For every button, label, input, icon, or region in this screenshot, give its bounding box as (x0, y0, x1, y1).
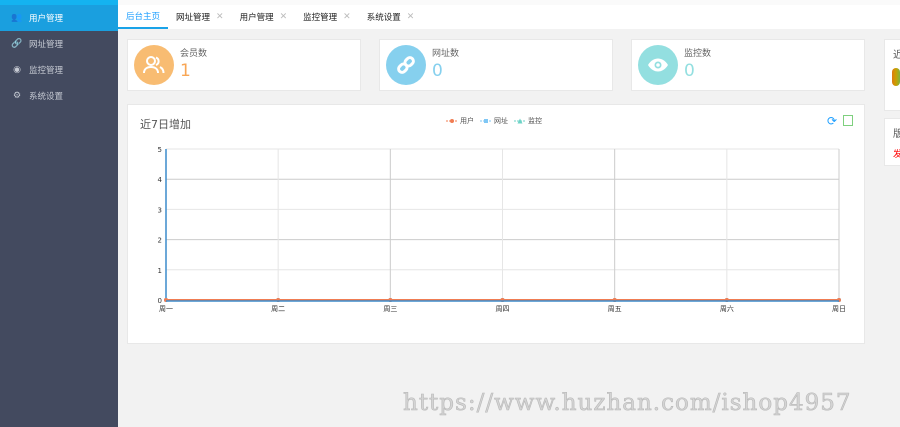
x-tick-label: 周六 (720, 304, 734, 313)
tab-label: 用户管理 (239, 13, 274, 23)
chart-panel: 近7日增加 用户 网址 监控 ⟳ 0 1 2 3 4 5 周一 周二 周三 周四 周五 周六 周日 (127, 104, 865, 344)
tab-label: 网址管理 (176, 13, 211, 23)
link-icon (386, 45, 426, 85)
sidebar-item-users[interactable]: 👥 用户管理 (0, 5, 118, 31)
y-tick-label: 3 (158, 206, 162, 214)
tab-label: 系统设置 (366, 13, 401, 23)
sidebar-item-label: 网址管理 (29, 40, 64, 50)
users-icon: 👥 (11, 13, 23, 23)
card-label: 网址数 (432, 49, 460, 59)
sidebar-item-monitor[interactable]: ◉ 监控管理 (0, 57, 118, 83)
x-tick-label: 周五 (608, 305, 622, 313)
y-tick-label: 1 (158, 267, 162, 275)
tab-users[interactable]: 用户管理 ✕ (232, 5, 296, 29)
x-tick-label: 周三 (383, 305, 397, 313)
monitor-count-card: 监控数 0 (631, 39, 865, 91)
sidebar-item-label: 用户管理 (29, 14, 64, 24)
card-value: 0 (684, 61, 695, 81)
sidebar: 👥 用户管理 🔗 网址管理 ◉ 监控管理 ⚙ 系统设置 (0, 0, 118, 427)
link-icon: 🔗 (11, 39, 23, 49)
panel-text: 发 (893, 150, 900, 160)
eye-icon: ◉ (13, 65, 21, 75)
tab-settings[interactable]: 系统设置 ✕ (359, 5, 423, 29)
tab-monitor[interactable]: 监控管理 ✕ (295, 5, 359, 29)
x-tick-label: 周二 (271, 305, 285, 313)
x-tick-label: 周日 (832, 305, 846, 313)
line-chart: 0 1 2 3 4 5 周一 周二 周三 周四 周五 周六 周日 (158, 146, 846, 313)
eye-icon (638, 45, 678, 85)
sidebar-item-settings[interactable]: ⚙ 系统设置 (0, 83, 118, 109)
tab-home[interactable]: 后台主页 (118, 5, 169, 29)
card-value: 1 (180, 61, 191, 81)
y-tick-label: 4 (158, 176, 163, 184)
watermark: https://www.huzhan.com/ishop4957 (403, 390, 852, 417)
close-icon[interactable]: ✕ (216, 12, 224, 22)
url-count-card: 网址数 0 (379, 39, 613, 91)
sidebar-item-urls[interactable]: 🔗 网址管理 (0, 31, 118, 57)
sidebar-item-label: 系统设置 (29, 92, 64, 102)
card-label: 监控数 (684, 49, 712, 59)
card-label: 会员数 (180, 49, 208, 59)
tab-bar: 后台主页 网址管理 ✕ 用户管理 ✕ 监控管理 ✕ 系统设置 ✕ (118, 0, 900, 29)
y-tick-label: 5 (158, 146, 162, 154)
recent-panel: 近 (884, 39, 900, 111)
close-icon[interactable]: ✕ (407, 12, 415, 22)
panel-title: 版 (893, 129, 900, 140)
sidebar-item-label: 监控管理 (29, 66, 64, 76)
y-tick-label: 2 (158, 237, 162, 245)
panel-title: 近 (893, 50, 900, 61)
users-icon (134, 45, 174, 85)
gear-icon: ⚙ (12, 91, 22, 101)
tab-urls[interactable]: 网址管理 ✕ (168, 5, 232, 29)
close-icon[interactable]: ✕ (343, 12, 351, 22)
card-value: 0 (432, 61, 443, 81)
y-tick-label: 0 (158, 297, 162, 305)
x-tick-label: 周四 (496, 305, 510, 313)
tab-label: 监控管理 (303, 13, 338, 23)
tab-label: 后台主页 (126, 12, 161, 22)
avatar (892, 68, 900, 86)
member-count-card: 会员数 1 (127, 39, 361, 91)
x-tick-label: 周一 (159, 305, 173, 313)
close-icon[interactable]: ✕ (280, 12, 288, 22)
version-panel: 版 发 (884, 118, 900, 166)
